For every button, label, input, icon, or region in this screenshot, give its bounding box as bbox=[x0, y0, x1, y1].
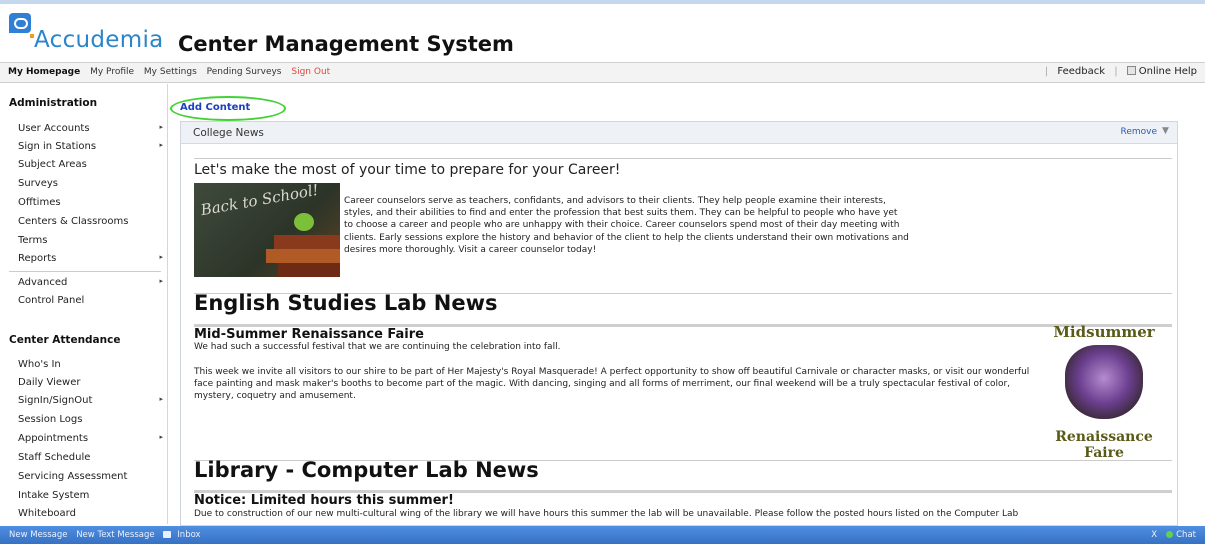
book-shape bbox=[274, 235, 340, 249]
sidebar-item-centers-classrooms[interactable]: Centers & Classrooms bbox=[18, 216, 163, 234]
sidebar: Administration User Accounts ▸ Sign in St… bbox=[0, 84, 168, 524]
submenu-arrow-icon: ▸ bbox=[159, 277, 163, 285]
sidebar-item-control-panel[interactable]: Control Panel bbox=[18, 295, 163, 313]
faire-logo-bottom-text: Renaissance Faire bbox=[1055, 429, 1153, 461]
widget-body: Let's make the most of your time to prep… bbox=[181, 145, 1177, 525]
sidebar-item-terms[interactable]: Terms bbox=[18, 235, 163, 253]
sidebar-item-user-accounts[interactable]: User Accounts ▸ bbox=[18, 123, 163, 141]
widget-menu-icon[interactable]: ▼ bbox=[1162, 126, 1171, 136]
library-heading: Library - Computer Lab News bbox=[194, 458, 539, 482]
library-para-1: Due to construction of our new multi-cul… bbox=[194, 509, 1019, 519]
chat-button[interactable]: Chat bbox=[1176, 530, 1196, 540]
widget-header: College News Remove ▼ bbox=[181, 122, 1177, 144]
top-nav: My Homepage My Profile My Settings Pendi… bbox=[0, 62, 1205, 83]
nav-separator: | bbox=[1044, 66, 1049, 77]
sidebar-item-daily-viewer[interactable]: Daily Viewer bbox=[18, 377, 163, 395]
submenu-arrow-icon: ▸ bbox=[159, 253, 163, 261]
close-bar-button[interactable]: X bbox=[1151, 530, 1157, 540]
divider bbox=[194, 158, 1172, 159]
submenu-arrow-icon: ▸ bbox=[159, 395, 163, 403]
top-strip bbox=[0, 0, 1205, 4]
sidebar-item-signin-signout[interactable]: SignIn/SignOut ▸ bbox=[18, 395, 163, 413]
back-to-school-image: Back to School! bbox=[194, 183, 340, 277]
apple-shape bbox=[294, 213, 314, 231]
nav-sign-out[interactable]: Sign Out bbox=[291, 67, 330, 77]
chat-status-icon bbox=[1166, 531, 1174, 538]
sidebar-item-offtimes[interactable]: Offtimes bbox=[18, 197, 163, 215]
college-news-widget: College News Remove ▼ Let's make the mos… bbox=[180, 121, 1178, 526]
renaissance-faire-logo: Midsummer Renaissance Faire bbox=[1039, 323, 1169, 461]
nav-my-homepage[interactable]: My Homepage bbox=[8, 67, 80, 77]
remove-widget-link[interactable]: Remove bbox=[1120, 127, 1157, 137]
sidebar-divider bbox=[9, 271, 161, 272]
inbox-button[interactable]: Inbox bbox=[163, 530, 206, 540]
nav-separator: | bbox=[1114, 66, 1118, 77]
widget-title: College News bbox=[193, 127, 264, 139]
book-shape bbox=[278, 263, 340, 277]
book-shape bbox=[266, 249, 340, 263]
limited-hours-title: Notice: Limited hours this summer! bbox=[194, 493, 454, 508]
renaissance-faire-title: Mid-Summer Renaissance Faire bbox=[194, 327, 424, 342]
nav-pending-surveys[interactable]: Pending Surveys bbox=[207, 67, 282, 77]
career-heading: Let's make the most of your time to prep… bbox=[194, 162, 621, 178]
sidebar-item-servicing-assessment[interactable]: Servicing Assessment bbox=[18, 471, 163, 489]
sidebar-item-subject-areas[interactable]: Subject Areas bbox=[18, 159, 163, 177]
sidebar-item-reports[interactable]: Reports ▸ bbox=[18, 253, 163, 271]
sidebar-item-whiteboard[interactable]: Whiteboard bbox=[18, 508, 163, 526]
new-message-button[interactable]: New Message bbox=[9, 530, 68, 540]
nav-my-settings[interactable]: My Settings bbox=[144, 67, 197, 77]
career-body: Career counselors serve as teachers, con… bbox=[344, 196, 909, 255]
brand-name: Accudemia bbox=[34, 27, 164, 53]
faire-logo-top-text: Midsummer bbox=[1053, 323, 1155, 341]
submenu-arrow-icon: ▸ bbox=[159, 123, 163, 131]
nav-my-profile[interactable]: My Profile bbox=[90, 67, 134, 77]
faire-crystal-graphic bbox=[1065, 345, 1143, 419]
english-para-2: This week we invite all visitors to our … bbox=[194, 367, 1030, 402]
feedback-link[interactable]: Feedback bbox=[1057, 66, 1105, 77]
bottom-bar: New Message New Text Message Inbox X Chat bbox=[0, 526, 1205, 544]
sidebar-item-advanced[interactable]: Advanced ▸ bbox=[18, 277, 163, 295]
sidebar-item-sign-in-stations[interactable]: Sign in Stations ▸ bbox=[18, 141, 163, 159]
help-book-icon bbox=[1126, 66, 1136, 75]
sidebar-item-session-logs[interactable]: Session Logs bbox=[18, 414, 163, 432]
sidebar-item-surveys[interactable]: Surveys bbox=[18, 178, 163, 196]
app-title: Center Management System bbox=[178, 32, 514, 56]
online-help-link[interactable]: Online Help bbox=[1139, 66, 1197, 77]
submenu-arrow-icon: ▸ bbox=[159, 141, 163, 149]
sidebar-heading-administration: Administration bbox=[9, 97, 98, 109]
sidebar-item-whos-in[interactable]: Who's In bbox=[18, 359, 163, 377]
highlight-circle bbox=[170, 96, 286, 121]
inbox-icon bbox=[163, 531, 172, 538]
english-lab-heading: English Studies Lab News bbox=[194, 291, 498, 315]
new-text-message-button[interactable]: New Text Message bbox=[76, 530, 154, 540]
english-para-1: We had such a successful festival that w… bbox=[194, 342, 561, 352]
sidebar-item-appointments[interactable]: Appointments ▸ bbox=[18, 433, 163, 451]
sidebar-item-intake-system[interactable]: Intake System bbox=[18, 490, 163, 508]
sidebar-heading-center-attendance: Center Attendance bbox=[9, 334, 121, 346]
cloud-logo-icon bbox=[9, 13, 31, 33]
submenu-arrow-icon: ▸ bbox=[159, 433, 163, 441]
sidebar-item-staff-schedule[interactable]: Staff Schedule bbox=[18, 452, 163, 470]
